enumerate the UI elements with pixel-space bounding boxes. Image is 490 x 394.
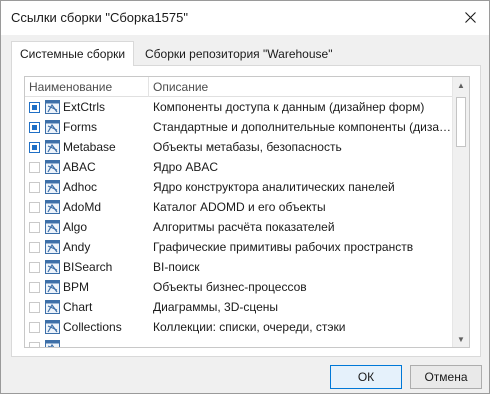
assembly-icon	[45, 200, 60, 214]
tab-label: Системные сборки	[20, 47, 126, 61]
include-checkbox[interactable]	[29, 122, 40, 133]
list-rows: ExtCtrls Компоненты доступа к данным (диз…	[25, 97, 453, 347]
include-checkbox[interactable]	[29, 262, 40, 273]
assembly-name: Collections	[63, 320, 122, 334]
tab-strip: Системные сборки Сборки репозитория "War…	[11, 41, 481, 66]
list-item[interactable]: ExtCtrls Компоненты доступа к данным (диз…	[25, 97, 453, 117]
tab-label: Сборки репозитория "Warehouse"	[145, 47, 333, 61]
tab-system-assemblies[interactable]: Системные сборки	[11, 41, 135, 66]
assembly-icon	[45, 120, 60, 134]
dialog-title: Ссылки сборки "Сборка1575"	[11, 10, 188, 25]
assembly-description: Графические примитивы рабочих пространст…	[153, 240, 414, 254]
column-header-name[interactable]: Наименование	[25, 77, 149, 97]
include-checkbox[interactable]	[29, 202, 40, 213]
assembly-description: Компоненты доступа к данным (дизайнер фо…	[153, 100, 425, 114]
assembly-icon	[45, 240, 60, 254]
assembly-name: Chart	[63, 300, 93, 314]
column-header-description[interactable]: Описание	[149, 77, 453, 97]
scrollbar-thumb[interactable]	[456, 97, 466, 147]
assembly-icon	[45, 180, 60, 194]
assembly-description: Ядро конструктора аналитических панелей	[153, 180, 395, 194]
ok-button[interactable]: ОК	[330, 365, 402, 389]
vertical-scrollbar[interactable]: ▲ ▼	[452, 77, 469, 347]
cancel-button[interactable]: Отмена	[410, 365, 482, 389]
list-header: Наименование Описание	[25, 77, 453, 97]
list-item[interactable]: BISearch BI-поиск	[25, 257, 453, 277]
assembly-icon	[45, 220, 60, 234]
scroll-down-arrow-icon[interactable]: ▼	[453, 331, 469, 347]
close-button[interactable]	[455, 4, 485, 30]
list-item[interactable]: Metabase Объекты метабазы, безопасность	[25, 137, 453, 157]
assembly-list[interactable]: Наименование Описание ExtCtrls Компоненты…	[24, 76, 470, 348]
assembly-name: Algo	[63, 220, 88, 234]
assembly-name: Adhoc	[63, 180, 98, 194]
assembly-name: Metabase	[63, 140, 116, 154]
include-checkbox[interactable]	[29, 142, 40, 153]
include-checkbox[interactable]	[29, 182, 40, 193]
assembly-name: BISearch	[63, 260, 113, 274]
include-checkbox[interactable]	[29, 102, 40, 113]
include-checkbox[interactable]	[29, 162, 40, 173]
list-item[interactable]: BPM Объекты бизнес-процессов	[25, 277, 453, 297]
assembly-icon	[45, 260, 60, 274]
include-checkbox[interactable]	[29, 302, 40, 313]
assembly-description: Стандартные и дополнительные компоненты …	[153, 120, 453, 134]
assembly-name: ABAC	[63, 160, 96, 174]
list-item[interactable]: Adhoc Ядро конструктора аналитических пан…	[25, 177, 453, 197]
include-checkbox[interactable]	[29, 282, 40, 293]
include-checkbox[interactable]	[29, 322, 40, 333]
assembly-name: BPM	[63, 280, 90, 294]
assembly-description: Алгоритмы расчёта показателей	[153, 220, 335, 234]
references-dialog: Ссылки сборки "Сборка1575" Системные сбо…	[0, 0, 490, 394]
assembly-icon	[45, 340, 60, 347]
assembly-name: Forms	[63, 120, 97, 134]
title-bar: Ссылки сборки "Сборка1575"	[1, 1, 489, 35]
assembly-icon	[45, 100, 60, 114]
assembly-name: ExtCtrls	[63, 100, 105, 114]
include-checkbox[interactable]	[29, 242, 40, 253]
list-item[interactable]: ABAC Ядро ABAC	[25, 157, 453, 177]
list-item[interactable]: Algo Алгоритмы расчёта показателей	[25, 217, 453, 237]
scroll-up-arrow-icon[interactable]: ▲	[453, 77, 469, 93]
assembly-icon	[45, 140, 60, 154]
assembly-name: Andy	[63, 240, 91, 254]
assembly-description: Объекты бизнес-процессов	[153, 280, 307, 294]
assembly-description: Диаграммы, 3D-сцены	[153, 300, 279, 314]
assembly-description: BI-поиск	[153, 260, 200, 274]
assembly-name: AdoMd	[63, 200, 102, 214]
assembly-icon	[45, 300, 60, 314]
assembly-description: Каталог ADOMD и его объекты	[153, 200, 326, 214]
assembly-description: Объекты метабазы, безопасность	[153, 140, 342, 154]
list-item[interactable]: Forms Стандартные и дополнительные компон…	[25, 117, 453, 137]
list-item[interactable]: Andy Графические примитивы рабочих простр…	[25, 237, 453, 257]
assembly-icon	[45, 280, 60, 294]
include-checkbox[interactable]	[29, 222, 40, 233]
assembly-description: Коллекции: списки, очереди, стэки	[153, 320, 346, 334]
assembly-icon	[45, 160, 60, 174]
list-item[interactable]: AdoMd Каталог ADOMD и его объекты	[25, 197, 453, 217]
assembly-icon	[45, 320, 60, 334]
list-item[interactable]: Collections Коллекции: списки, очереди, с…	[25, 317, 453, 337]
tab-repository-assemblies[interactable]: Сборки репозитория "Warehouse"	[137, 43, 340, 65]
tab-panel: Наименование Описание ExtCtrls Компоненты…	[11, 65, 481, 357]
close-icon	[464, 11, 476, 23]
list-item[interactable]: Chart Диаграммы, 3D-сцены	[25, 297, 453, 317]
assembly-description: Ядро ABAC	[153, 160, 219, 174]
include-checkbox[interactable]	[29, 342, 40, 347]
list-item[interactable]	[25, 337, 453, 347]
